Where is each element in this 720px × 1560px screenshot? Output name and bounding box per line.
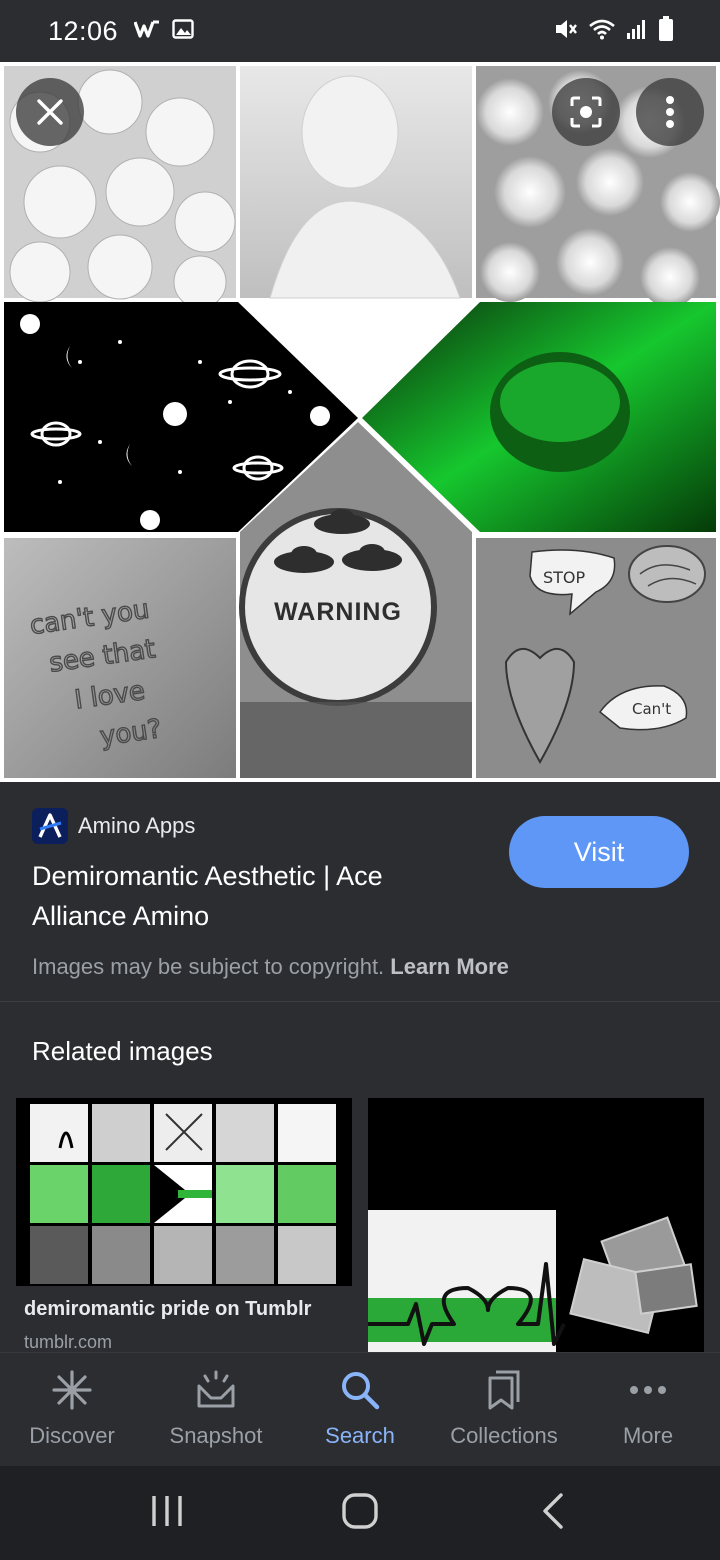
svg-text:WARNING: WARNING xyxy=(274,598,402,626)
learn-more-link[interactable]: Learn More xyxy=(390,954,509,979)
mute-icon xyxy=(554,18,578,45)
nav-label: More xyxy=(622,1423,674,1448)
battery-icon xyxy=(658,15,674,47)
home-button[interactable] xyxy=(320,1483,400,1543)
source-name: Amino Apps xyxy=(78,813,196,838)
screen: 12:06 can't you see that I love you? WAR… xyxy=(0,0,720,1560)
copyright-notice: Images may be subject to copyright. Lear… xyxy=(32,954,509,980)
search-icon xyxy=(340,1370,380,1415)
asterisk-icon xyxy=(52,1370,92,1415)
nav-label: Collections xyxy=(450,1423,558,1448)
result-title[interactable]: Demiromantic Aesthetic | Ace Alliance Am… xyxy=(32,856,472,936)
close-icon xyxy=(35,97,65,127)
nav-label: Search xyxy=(325,1423,395,1448)
status-bar: 12:06 xyxy=(0,0,720,62)
svg-text:STOP: STOP xyxy=(543,568,586,587)
nav-collections[interactable]: Collections xyxy=(437,1370,571,1449)
signal-icon xyxy=(626,18,648,45)
image-viewer[interactable]: can't you see that I love you? WARNING S… xyxy=(0,62,720,782)
system-navigation-bar xyxy=(0,1466,720,1560)
nav-more[interactable]: More xyxy=(581,1370,715,1449)
nav-search[interactable]: Search xyxy=(293,1370,427,1449)
source-row[interactable]: Amino Apps xyxy=(32,808,195,844)
related-image-card[interactable]: demiromantic pride on Tumblr tumblr.com xyxy=(16,1098,352,1354)
related-card-title: demiromantic pride on Tumblr xyxy=(24,1298,312,1320)
related-image-thumbnail xyxy=(16,1098,352,1286)
related-image-card[interactable] xyxy=(368,1098,704,1354)
recent-apps-button[interactable] xyxy=(127,1483,207,1543)
back-icon xyxy=(541,1492,565,1534)
copyright-text: Images may be subject to copyright. xyxy=(32,954,385,979)
nav-label: Discover xyxy=(29,1423,115,1448)
status-notification-icons xyxy=(133,18,194,44)
lens-button[interactable] xyxy=(552,78,620,146)
more-options-button[interactable] xyxy=(636,78,704,146)
wifi-icon xyxy=(588,18,616,45)
nav-label: Snapshot xyxy=(169,1423,263,1448)
nav-discover[interactable]: Discover xyxy=(5,1370,139,1449)
related-image-thumbnail xyxy=(368,1098,704,1354)
more-vertical-icon xyxy=(665,95,675,129)
back-button[interactable] xyxy=(513,1483,593,1543)
visit-button[interactable]: Visit xyxy=(509,816,689,888)
status-time: 12:06 xyxy=(48,15,119,46)
image-source-info: Amino Apps Demiromantic Aesthetic | Ace … xyxy=(0,782,720,1002)
bottom-navigation: Discover Snapshot Search Collections Mor… xyxy=(0,1352,720,1466)
w-app-icon xyxy=(133,19,160,44)
collections-icon xyxy=(484,1370,524,1415)
related-images-heading: Related images xyxy=(32,1036,213,1066)
lens-icon xyxy=(568,94,604,130)
aesthetic-collage-image: can't you see that I love you? WARNING S… xyxy=(4,66,720,778)
recent-apps-icon xyxy=(150,1494,184,1533)
image-icon xyxy=(172,18,194,44)
related-card-domain: tumblr.com xyxy=(24,1332,113,1352)
home-icon xyxy=(341,1492,379,1535)
amino-logo-icon xyxy=(32,808,68,844)
close-button[interactable] xyxy=(16,78,84,146)
status-system-icons xyxy=(554,15,674,47)
nav-snapshot[interactable]: Snapshot xyxy=(149,1370,283,1449)
more-dots-icon xyxy=(628,1370,668,1415)
snapshot-icon xyxy=(195,1370,237,1415)
svg-text:Can't: Can't xyxy=(632,700,671,718)
